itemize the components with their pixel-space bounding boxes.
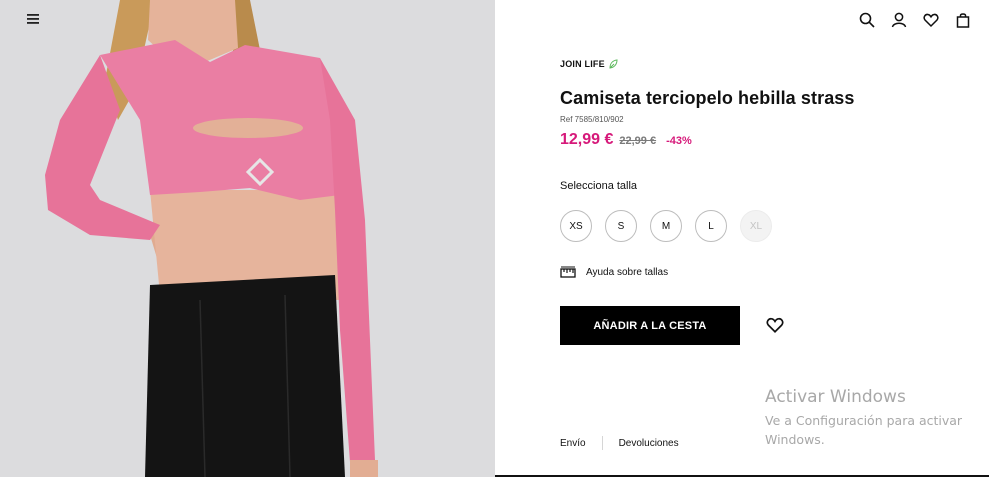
header-icons: [857, 10, 973, 30]
size-help-label: Ayuda sobre tallas: [586, 266, 669, 278]
heart-icon[interactable]: [921, 10, 941, 30]
discount-badge: -43%: [666, 135, 692, 147]
size-option-xl: XL: [740, 210, 772, 242]
current-price: 12,99 €: [560, 131, 614, 148]
search-icon[interactable]: [857, 10, 877, 30]
size-label: Selecciona talla: [560, 180, 638, 192]
product-ref: Ref 7585/810/902: [560, 115, 624, 124]
windows-activation-watermark: Activar Windows Ve a Configuración para …: [765, 387, 985, 449]
user-icon[interactable]: [889, 10, 909, 30]
size-help-link[interactable]: Ayuda sobre tallas: [560, 266, 668, 278]
size-option-l[interactable]: L: [695, 210, 727, 242]
size-option-s[interactable]: S: [605, 210, 637, 242]
watermark-line-2: Windows.: [765, 432, 825, 447]
leaf-icon: [609, 59, 618, 69]
watermark-line-1: Ve a Configuración para activar: [765, 413, 963, 428]
brand-tag-text: JOIN LIFE: [560, 59, 605, 69]
footer-links: Envío Devoluciones: [560, 436, 679, 450]
watermark-title: Activar Windows: [765, 387, 906, 407]
hamburger-menu-icon[interactable]: [24, 10, 42, 28]
size-option-m[interactable]: M: [650, 210, 682, 242]
size-option-xs[interactable]: XS: [560, 210, 592, 242]
product-photo[interactable]: [0, 0, 495, 477]
wishlist-heart-icon[interactable]: [766, 316, 784, 334]
shipping-link[interactable]: Envío: [560, 438, 586, 449]
price-row: 12,99 € 22,99 € -43%: [560, 131, 692, 149]
ruler-icon: [560, 266, 576, 278]
product-title: Camiseta terciopelo hebilla strass: [560, 88, 855, 108]
join-life-tag: JOIN LIFE: [560, 59, 618, 69]
product-image-panel: [0, 0, 495, 477]
product-info-panel: JOIN LIFE Camiseta terciopelo hebilla st…: [495, 0, 989, 477]
original-price: 22,99 €: [619, 135, 657, 147]
add-to-cart-button[interactable]: AÑADIR A LA CESTA: [560, 306, 740, 345]
footer-divider: [601, 436, 603, 450]
size-selector: XS S M L XL: [560, 210, 772, 242]
returns-link[interactable]: Devoluciones: [619, 438, 679, 449]
bag-icon[interactable]: [953, 10, 973, 30]
